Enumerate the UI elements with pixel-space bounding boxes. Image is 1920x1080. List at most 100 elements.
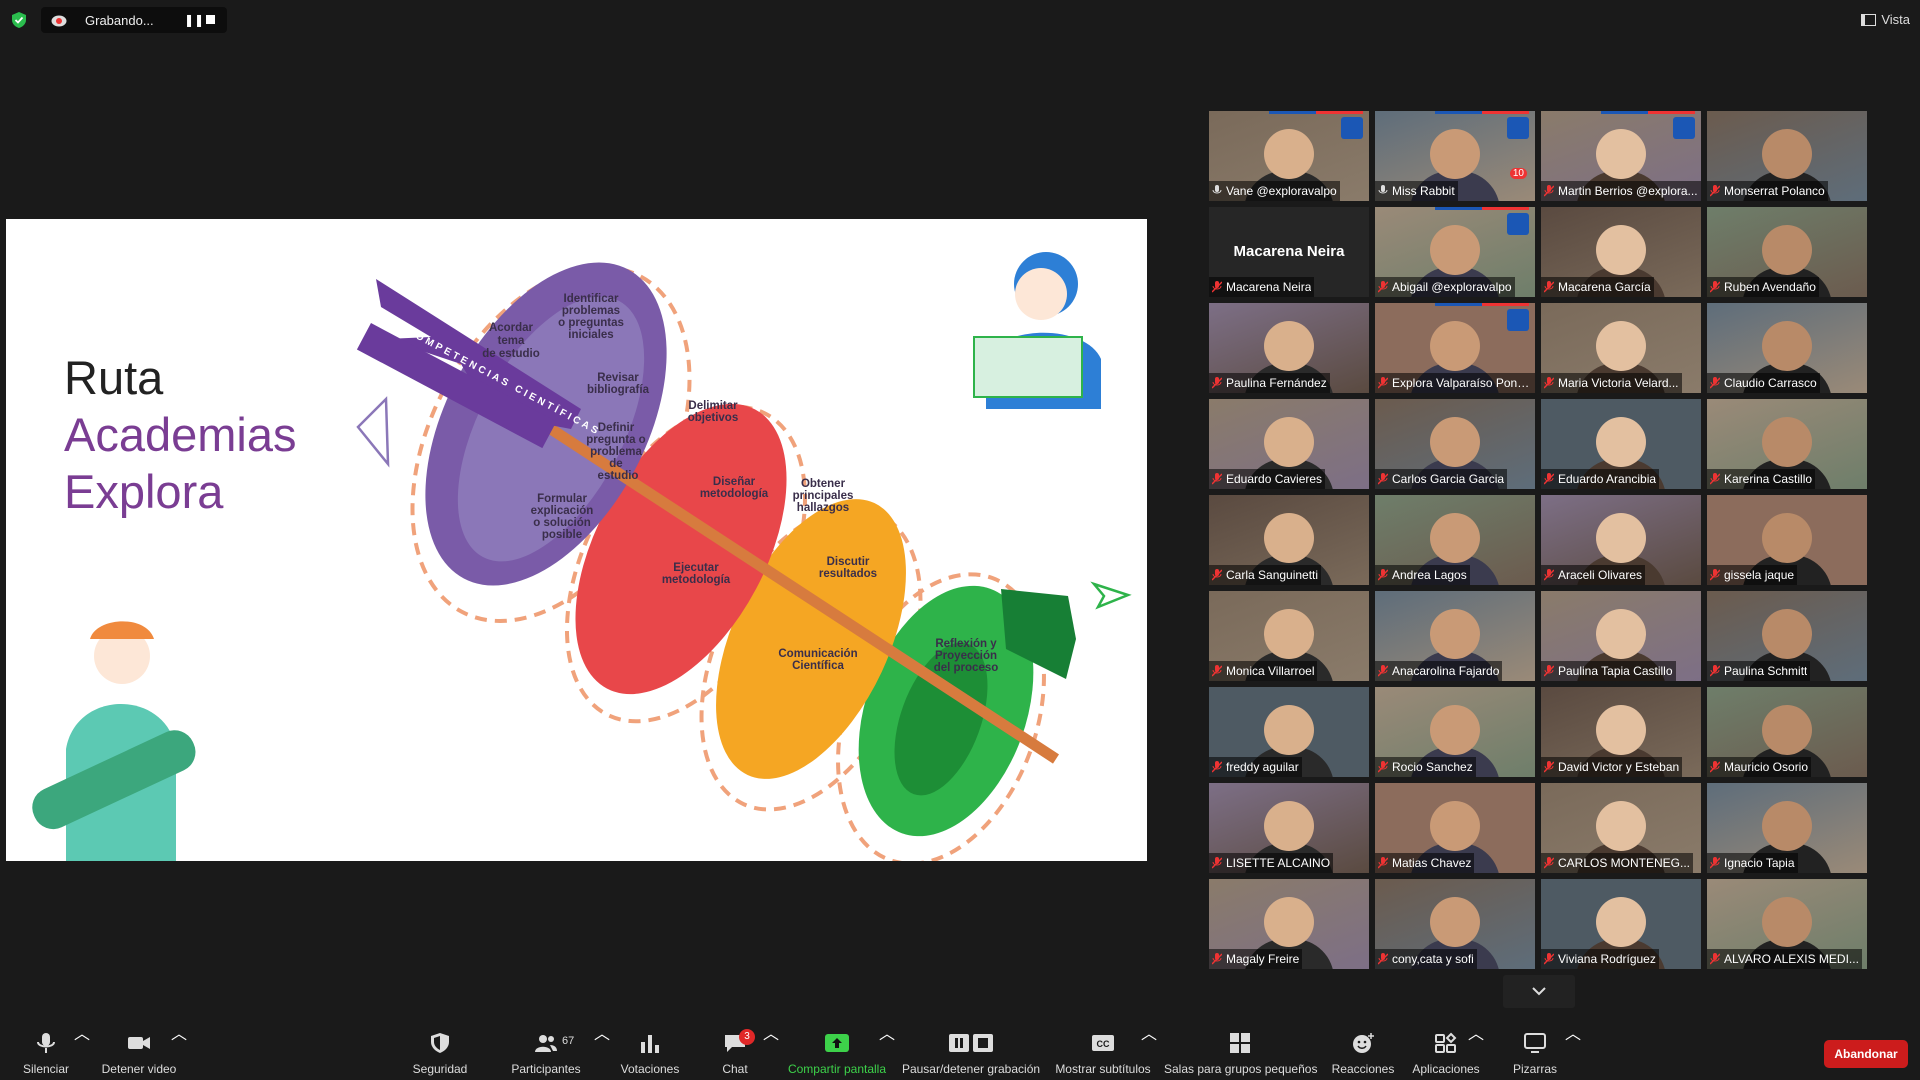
participant-tile[interactable]: Karerina Castillo (1707, 399, 1867, 489)
participants-options-caret[interactable]: ︿ (594, 1020, 610, 1080)
participant-tile[interactable]: David Victor y Esteban (1541, 687, 1701, 777)
participant-tile[interactable]: Mauricio Osorio (1707, 687, 1867, 777)
muted-mic-icon (1212, 281, 1222, 293)
participant-tile[interactable]: Explora Valparaíso Ponti... (1375, 303, 1535, 393)
participant-tile[interactable]: CARLOS MONTENEG... (1541, 783, 1701, 873)
participant-tile[interactable]: Paulina Schmitt (1707, 591, 1867, 681)
recording-indicator: Grabando... ❚❚ (41, 7, 227, 33)
polls-button[interactable]: Votaciones (615, 1020, 685, 1080)
show-captions-button[interactable]: CC Mostrar subtítulos (1054, 1020, 1152, 1080)
explora-branding-stripe (1601, 111, 1695, 114)
participant-tile[interactable]: Carla Sanguinetti (1209, 495, 1369, 585)
participant-tile[interactable]: Vane @exploravalpo (1209, 111, 1369, 201)
participant-name: Andrea Lagos (1392, 568, 1467, 582)
whiteboards-options-caret[interactable]: ︿ (1565, 1020, 1581, 1080)
participant-name-bar: Viviana Rodríguez (1541, 949, 1659, 969)
participant-tile[interactable]: Eduardo Cavieres (1209, 399, 1369, 489)
explora-logo-icon (1507, 309, 1529, 331)
participant-face (1596, 225, 1646, 275)
participant-name-bar: Vane @exploravalpo (1209, 181, 1340, 201)
participant-tile[interactable]: Ignacio Tapia (1707, 783, 1867, 873)
breakout-rooms-label: Salas para grupos pequeños (1164, 1062, 1318, 1076)
captions-options-caret[interactable]: ︿ (1141, 1020, 1157, 1080)
participant-tile[interactable]: Araceli Olivares (1541, 495, 1701, 585)
participant-face (1762, 417, 1812, 467)
video-options-caret[interactable]: ︿ (171, 1020, 187, 1080)
participant-name-bar: LISETTE ALCAINO (1209, 853, 1334, 873)
reactions-button[interactable]: Reacciones (1328, 1020, 1398, 1080)
participant-tile[interactable]: Claudio Carrasco (1707, 303, 1867, 393)
muted-mic-icon (1710, 377, 1720, 389)
participant-name-bar: Paulina Schmitt (1707, 661, 1811, 681)
audio-options-caret[interactable]: ︿ (74, 1020, 90, 1080)
video-camera-icon (128, 1037, 150, 1049)
apps-options-caret[interactable]: ︿ (1468, 1020, 1484, 1080)
participant-face (1430, 225, 1480, 275)
participant-tile[interactable]: Rocio Sanchez (1375, 687, 1535, 777)
pause-stop-recording-button[interactable]: Pausar/detener grabación (900, 1020, 1042, 1080)
participant-tile[interactable]: Viviana Rodríguez (1541, 879, 1701, 969)
participant-name-bar: Carla Sanguinetti (1209, 565, 1322, 585)
whiteboards-label: Pizarras (1512, 1062, 1557, 1076)
participant-tile[interactable]: Carlos Garcia Garcia (1375, 399, 1535, 489)
security-label: Seguridad (412, 1062, 468, 1076)
share-screen-icon (825, 1034, 849, 1052)
leave-button[interactable]: Abandonar (1824, 1040, 1908, 1068)
view-button[interactable]: Vista (1861, 12, 1910, 27)
participant-tile[interactable]: ALVARO ALEXIS MEDI... (1707, 879, 1867, 969)
participant-tile[interactable]: Miss Rabbit 10 (1375, 111, 1535, 201)
participant-tile[interactable]: cony,cata y sofi (1375, 879, 1535, 969)
participant-face (1430, 705, 1480, 755)
security-button[interactable]: Seguridad (405, 1020, 475, 1080)
participant-tile[interactable]: Magaly Freire (1209, 879, 1369, 969)
participant-tile[interactable]: Paulina Fernández (1209, 303, 1369, 393)
meeting-toolbar: Silenciar ︿ Detener video ︿ Seguridad 67… (0, 1020, 1920, 1080)
participant-tile[interactable]: LISETTE ALCAINO (1209, 783, 1369, 873)
security-shield-icon[interactable] (10, 11, 28, 29)
participant-face (1762, 897, 1812, 947)
participant-name-bar: Rocio Sanchez (1375, 757, 1476, 777)
participant-tile[interactable]: gissela jaque (1707, 495, 1867, 585)
participant-tile[interactable]: Macarena García (1541, 207, 1701, 297)
cloud-recording-icon (51, 15, 67, 27)
participant-tile[interactable]: Andrea Lagos (1375, 495, 1535, 585)
participant-tile[interactable]: Anacarolina Fajardo (1375, 591, 1535, 681)
mic-icon (1378, 185, 1388, 194)
mute-button[interactable]: Silenciar (12, 1020, 80, 1080)
share-options-caret[interactable]: ︿ (879, 1020, 895, 1080)
participant-tile[interactable]: Martin Berrios @explora... (1541, 111, 1701, 201)
breakout-rooms-button[interactable]: Salas para grupos pequeños (1164, 1020, 1318, 1080)
participant-tile[interactable]: freddy aguilar (1209, 687, 1369, 777)
participant-tile[interactable]: Monica Villarroel (1209, 591, 1369, 681)
participant-tile[interactable]: Paulina Tapia Castillo (1541, 591, 1701, 681)
participant-face (1762, 321, 1812, 371)
participant-tile[interactable]: Abigail @exploravalpo (1375, 207, 1535, 297)
participant-tile[interactable]: Maria Victoria Velard... (1541, 303, 1701, 393)
participant-name-bar: Araceli Olivares (1541, 565, 1646, 585)
participant-name: Viviana Rodríguez (1558, 952, 1656, 966)
participant-tile[interactable]: Monserrat Polanco (1707, 111, 1867, 201)
participant-face (1430, 129, 1480, 179)
participant-tile[interactable]: Ruben Avendaño (1707, 207, 1867, 297)
participant-name-bar: Eduardo Cavieres (1209, 469, 1326, 489)
muted-mic-icon (1378, 377, 1388, 389)
pause-recording-icon[interactable]: ❚❚ (184, 13, 204, 27)
participant-tile[interactable]: Matias Chavez (1375, 783, 1535, 873)
participants-button[interactable]: 67 Participantes (505, 1020, 587, 1080)
chat-options-caret[interactable]: ︿ (763, 1020, 779, 1080)
participant-tile[interactable]: Eduardo Arancibia (1541, 399, 1701, 489)
stop-recording-icon[interactable] (206, 15, 215, 24)
participant-name: Miss Rabbit (1392, 184, 1455, 198)
stop-video-button[interactable]: Detener video (96, 1020, 182, 1080)
participant-tile[interactable]: Macarena Neira Macarena Neira (1209, 207, 1369, 297)
whiteboards-button[interactable]: Pizarras (1500, 1020, 1570, 1080)
gallery-next-page-button[interactable] (1503, 975, 1575, 1008)
muted-mic-icon (1378, 665, 1388, 677)
share-screen-button[interactable]: Compartir pantalla (785, 1020, 889, 1080)
participant-name: LISETTE ALCAINO (1226, 856, 1331, 870)
muted-mic-icon (1544, 377, 1554, 389)
chat-button[interactable]: 3 Chat (705, 1020, 765, 1080)
participant-name-bar: Karerina Castillo (1707, 469, 1816, 489)
participant-face (1430, 801, 1480, 851)
muted-mic-icon (1212, 377, 1222, 389)
